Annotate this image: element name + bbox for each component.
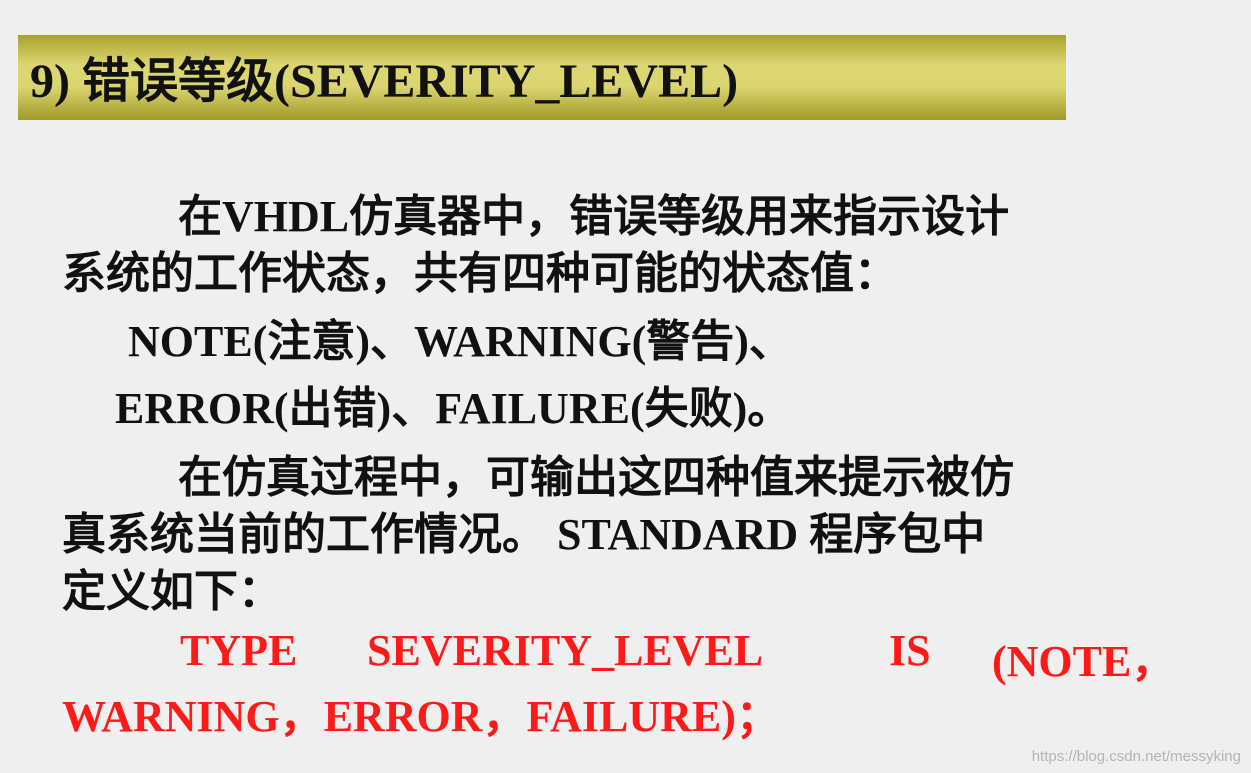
levels-line2: ERROR(出错)、FAILURE(失败)。 [115,384,792,433]
slide-title: 9) 错误等级(SEVERITY_LEVEL) [30,55,739,108]
levels-line1: NOTE(注意)、WARNING(警告)、 [128,317,793,366]
paragraph2-line2: 真系统当前的工作情况。 STANDARD 程序包中 [62,510,986,559]
paragraph1-line1: 在VHDL仿真器中，错误等级用来指示设计 [178,192,1010,241]
paragraph1-line2: 系统的工作状态，共有四种可能的状态值： [62,249,898,298]
code-line2: WARNING，ERROR，FAILURE)； [62,692,780,741]
watermark: https://blog.csdn.net/messyking [1031,748,1241,765]
code-token-type: TYPE [180,626,298,675]
code-token-is: IS [889,626,931,675]
code-token-name: SEVERITY_LEVEL [367,626,764,675]
code-token-open: (NOTE， [992,637,1176,686]
title-bar: 9) 错误等级(SEVERITY_LEVEL) [18,35,1066,120]
paragraph2-line1: 在仿真过程中，可输出这四种值来提示被仿 [178,453,1014,502]
paragraph2-line3: 定义如下： [62,567,282,616]
